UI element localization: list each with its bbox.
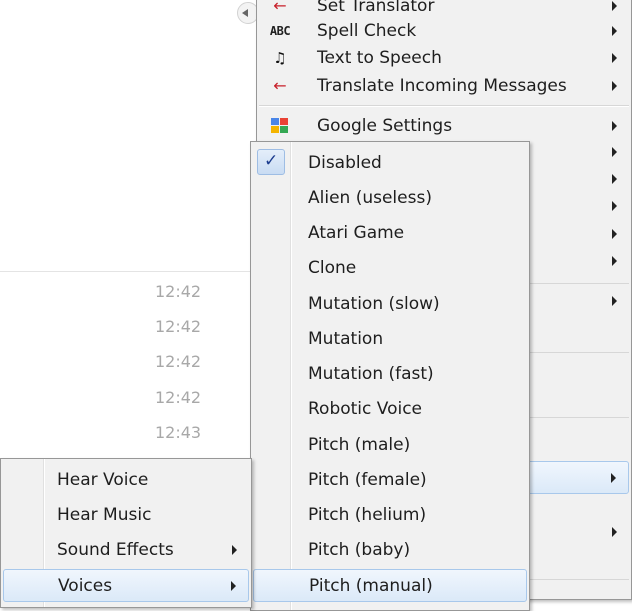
submenu-arrow-icon: [612, 25, 617, 36]
submenu-arrow-icon: [232, 544, 237, 555]
voice-option[interactable]: Pitch (baby): [253, 533, 527, 566]
menu-item-sound-effects[interactable]: Sound Effects: [3, 533, 249, 566]
menu-item-hear-voice[interactable]: Hear Voice: [3, 463, 249, 496]
menu-item-hear-music[interactable]: Hear Music: [3, 498, 249, 531]
submenu-arrow-icon: [612, 0, 617, 11]
google-icon: [271, 117, 289, 134]
arrow-left-icon: ←: [273, 75, 287, 95]
submenu-arrow-icon: [612, 80, 617, 91]
submenu-arrow-icon: [612, 295, 617, 306]
submenu-arrow-icon: [611, 472, 616, 483]
submenu-arrow-icon: [612, 173, 617, 184]
voice-option[interactable]: Atari Game: [253, 216, 527, 249]
voice-option-disabled[interactable]: ✓ Disabled: [253, 146, 527, 179]
voice-option-hovered[interactable]: Pitch (manual): [253, 569, 527, 602]
submenu-arrow-icon: [612, 255, 617, 266]
voice-option[interactable]: Pitch (male): [253, 428, 527, 461]
abc-icon: ABC: [269, 23, 291, 38]
voice-option[interactable]: Mutation (slow): [253, 287, 527, 320]
voice-option[interactable]: Robotic Voice: [253, 392, 527, 425]
voices-submenu: ✓ Disabled Alien (useless) Atari Game Cl…: [250, 141, 530, 611]
submenu-arrow-icon: [612, 52, 617, 63]
menu-item-voices[interactable]: Voices: [3, 569, 249, 602]
submenu-arrow-icon: [612, 228, 617, 239]
message-timestamp: 12:43: [155, 423, 202, 442]
message-timestamp: 12:42: [155, 388, 202, 407]
chat-divider: [0, 271, 258, 272]
submenu-arrow-icon: [612, 526, 617, 537]
voice-option[interactable]: Pitch (female): [253, 463, 527, 496]
message-timestamp: 12:42: [155, 282, 202, 301]
voice-option[interactable]: Mutation: [253, 322, 527, 355]
sound-submenu: Hear Voice Hear Music Sound Effects Voic…: [0, 458, 252, 608]
checkmark-icon: ✓: [257, 149, 285, 175]
menu-item-translate-incoming[interactable]: ← Translate Incoming Messages: [259, 69, 629, 102]
message-timestamp: 12:42: [155, 352, 202, 371]
voice-option[interactable]: Clone: [253, 251, 527, 284]
message-timestamp: 12:42: [155, 317, 202, 336]
submenu-arrow-icon: [612, 200, 617, 211]
voice-option[interactable]: Alien (useless): [253, 181, 527, 214]
voice-option[interactable]: Pitch (helium): [253, 498, 527, 531]
submenu-arrow-icon: [231, 580, 236, 591]
voice-option[interactable]: Mutation (fast): [253, 357, 527, 390]
menu-separator: [259, 106, 629, 107]
submenu-arrow-icon: [612, 120, 617, 131]
submenu-arrow-icon: [612, 146, 617, 157]
music-note-icon: ♫: [273, 48, 287, 67]
